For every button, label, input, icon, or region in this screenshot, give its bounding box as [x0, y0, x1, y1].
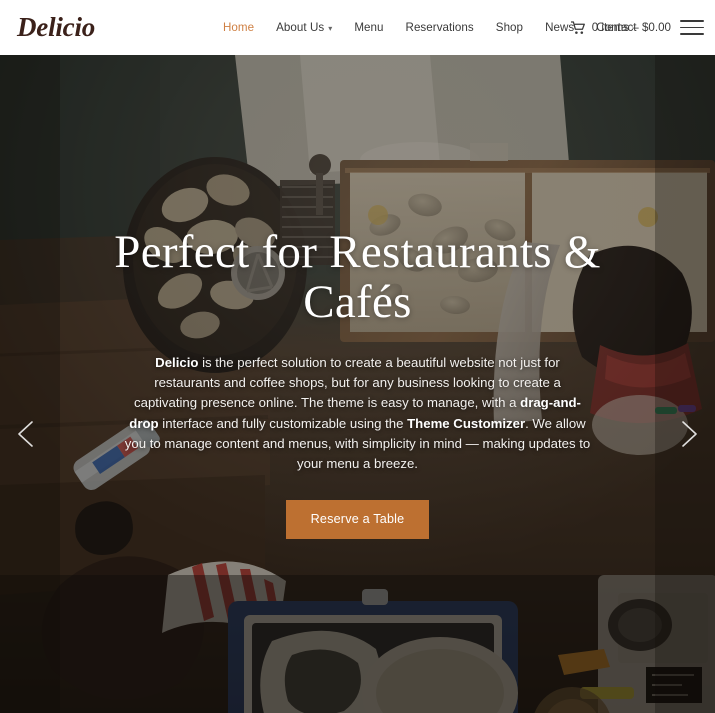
nav-label: Menu	[354, 21, 384, 34]
shopping-cart-icon	[570, 20, 585, 34]
site-header: Delicio Home About Us ▾ Menu Reservation…	[0, 0, 715, 55]
nav-item-menu[interactable]: Menu	[343, 21, 394, 34]
chevron-right-icon	[682, 421, 697, 447]
hamburger-menu-icon[interactable]	[680, 20, 704, 35]
nav-item-about-us[interactable]: About Us ▾	[265, 21, 343, 34]
chevron-left-icon	[18, 421, 33, 447]
hero-slider: Perfect for Restaurants & Cafés Delicio …	[0, 55, 715, 713]
cart-summary[interactable]: 0 items – $0.00	[570, 0, 671, 55]
slider-prev-button[interactable]	[10, 417, 44, 451]
nav-label: Reservations	[405, 21, 474, 34]
nav-label: Shop	[495, 21, 524, 34]
hero-description: Delicio is the perfect solution to creat…	[124, 355, 591, 472]
nav-item-home[interactable]: Home	[212, 21, 265, 34]
chevron-down-icon: ▾	[328, 23, 333, 33]
cart-label: 0 items – $0.00	[591, 21, 671, 34]
hero-content: Perfect for Restaurants & Cafés Delicio …	[0, 55, 715, 713]
hero-title: Perfect for Restaurants & Cafés	[114, 226, 601, 328]
slider-next-button[interactable]	[671, 417, 705, 451]
nav-label: Home	[223, 21, 255, 34]
site-logo[interactable]: Delicio	[17, 11, 95, 43]
nav-label: About Us	[276, 21, 325, 34]
reserve-a-table-button[interactable]: Reserve a Table	[285, 500, 430, 540]
nav-item-shop[interactable]: Shop	[485, 21, 534, 34]
nav-item-reservations[interactable]: Reservations	[395, 21, 485, 34]
